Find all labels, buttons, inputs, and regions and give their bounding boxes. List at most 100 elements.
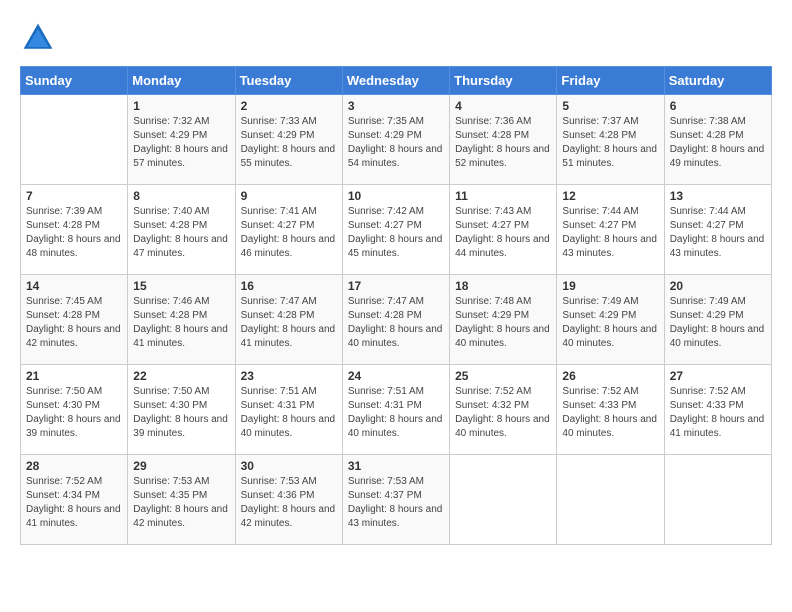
day-info: Sunrise: 7:50 AMSunset: 4:30 PMDaylight:… (26, 385, 122, 441)
calendar-week-2: 7 Sunrise: 7:39 AMSunset: 4:28 PMDayligh… (21, 185, 772, 275)
calendar-cell: 30 Sunrise: 7:53 AMSunset: 4:36 PMDaylig… (235, 455, 342, 545)
day-number: 28 (26, 459, 122, 473)
calendar-week-3: 14 Sunrise: 7:45 AMSunset: 4:28 PMDaylig… (21, 275, 772, 365)
calendar-cell: 13 Sunrise: 7:44 AMSunset: 4:27 PMDaylig… (664, 185, 771, 275)
calendar-week-5: 28 Sunrise: 7:52 AMSunset: 4:34 PMDaylig… (21, 455, 772, 545)
calendar-cell: 20 Sunrise: 7:49 AMSunset: 4:29 PMDaylig… (664, 275, 771, 365)
day-number: 29 (133, 459, 229, 473)
calendar-cell: 9 Sunrise: 7:41 AMSunset: 4:27 PMDayligh… (235, 185, 342, 275)
calendar-cell: 2 Sunrise: 7:33 AMSunset: 4:29 PMDayligh… (235, 95, 342, 185)
calendar-cell: 19 Sunrise: 7:49 AMSunset: 4:29 PMDaylig… (557, 275, 664, 365)
day-number: 22 (133, 369, 229, 383)
day-number: 9 (241, 189, 337, 203)
calendar-cell: 29 Sunrise: 7:53 AMSunset: 4:35 PMDaylig… (128, 455, 235, 545)
calendar-cell (664, 455, 771, 545)
day-number: 23 (241, 369, 337, 383)
calendar-cell: 11 Sunrise: 7:43 AMSunset: 4:27 PMDaylig… (450, 185, 557, 275)
day-number: 14 (26, 279, 122, 293)
day-number: 6 (670, 99, 766, 113)
logo-icon (20, 20, 56, 56)
day-number: 21 (26, 369, 122, 383)
day-info: Sunrise: 7:52 AMSunset: 4:32 PMDaylight:… (455, 385, 551, 441)
day-info: Sunrise: 7:49 AMSunset: 4:29 PMDaylight:… (562, 295, 658, 351)
calendar-cell: 28 Sunrise: 7:52 AMSunset: 4:34 PMDaylig… (21, 455, 128, 545)
header-row: SundayMondayTuesdayWednesdayThursdayFrid… (21, 67, 772, 95)
header-day-thursday: Thursday (450, 67, 557, 95)
header-day-friday: Friday (557, 67, 664, 95)
day-info: Sunrise: 7:44 AMSunset: 4:27 PMDaylight:… (562, 205, 658, 261)
day-info: Sunrise: 7:52 AMSunset: 4:34 PMDaylight:… (26, 475, 122, 531)
day-number: 30 (241, 459, 337, 473)
day-number: 26 (562, 369, 658, 383)
day-info: Sunrise: 7:52 AMSunset: 4:33 PMDaylight:… (670, 385, 766, 441)
day-info: Sunrise: 7:48 AMSunset: 4:29 PMDaylight:… (455, 295, 551, 351)
day-number: 12 (562, 189, 658, 203)
calendar-cell: 14 Sunrise: 7:45 AMSunset: 4:28 PMDaylig… (21, 275, 128, 365)
calendar-week-4: 21 Sunrise: 7:50 AMSunset: 4:30 PMDaylig… (21, 365, 772, 455)
day-info: Sunrise: 7:52 AMSunset: 4:33 PMDaylight:… (562, 385, 658, 441)
day-number: 13 (670, 189, 766, 203)
header-day-tuesday: Tuesday (235, 67, 342, 95)
day-number: 3 (348, 99, 444, 113)
day-info: Sunrise: 7:37 AMSunset: 4:28 PMDaylight:… (562, 115, 658, 171)
calendar-cell: 18 Sunrise: 7:48 AMSunset: 4:29 PMDaylig… (450, 275, 557, 365)
day-number: 5 (562, 99, 658, 113)
calendar-cell: 7 Sunrise: 7:39 AMSunset: 4:28 PMDayligh… (21, 185, 128, 275)
day-number: 24 (348, 369, 444, 383)
header-day-sunday: Sunday (21, 67, 128, 95)
header-day-saturday: Saturday (664, 67, 771, 95)
page-header (20, 20, 772, 56)
calendar-cell: 23 Sunrise: 7:51 AMSunset: 4:31 PMDaylig… (235, 365, 342, 455)
day-info: Sunrise: 7:53 AMSunset: 4:35 PMDaylight:… (133, 475, 229, 531)
day-info: Sunrise: 7:32 AMSunset: 4:29 PMDaylight:… (133, 115, 229, 171)
logo (20, 20, 62, 56)
day-number: 2 (241, 99, 337, 113)
day-info: Sunrise: 7:47 AMSunset: 4:28 PMDaylight:… (241, 295, 337, 351)
calendar-header: SundayMondayTuesdayWednesdayThursdayFrid… (21, 67, 772, 95)
day-info: Sunrise: 7:53 AMSunset: 4:36 PMDaylight:… (241, 475, 337, 531)
calendar-cell: 4 Sunrise: 7:36 AMSunset: 4:28 PMDayligh… (450, 95, 557, 185)
day-info: Sunrise: 7:42 AMSunset: 4:27 PMDaylight:… (348, 205, 444, 261)
day-number: 20 (670, 279, 766, 293)
day-number: 27 (670, 369, 766, 383)
calendar-cell: 21 Sunrise: 7:50 AMSunset: 4:30 PMDaylig… (21, 365, 128, 455)
day-info: Sunrise: 7:47 AMSunset: 4:28 PMDaylight:… (348, 295, 444, 351)
calendar-cell: 8 Sunrise: 7:40 AMSunset: 4:28 PMDayligh… (128, 185, 235, 275)
day-info: Sunrise: 7:44 AMSunset: 4:27 PMDaylight:… (670, 205, 766, 261)
day-number: 18 (455, 279, 551, 293)
calendar-cell: 1 Sunrise: 7:32 AMSunset: 4:29 PMDayligh… (128, 95, 235, 185)
calendar-cell: 16 Sunrise: 7:47 AMSunset: 4:28 PMDaylig… (235, 275, 342, 365)
calendar-cell: 5 Sunrise: 7:37 AMSunset: 4:28 PMDayligh… (557, 95, 664, 185)
calendar-cell: 27 Sunrise: 7:52 AMSunset: 4:33 PMDaylig… (664, 365, 771, 455)
day-info: Sunrise: 7:36 AMSunset: 4:28 PMDaylight:… (455, 115, 551, 171)
day-info: Sunrise: 7:53 AMSunset: 4:37 PMDaylight:… (348, 475, 444, 531)
calendar-week-1: 1 Sunrise: 7:32 AMSunset: 4:29 PMDayligh… (21, 95, 772, 185)
day-info: Sunrise: 7:46 AMSunset: 4:28 PMDaylight:… (133, 295, 229, 351)
calendar-cell: 10 Sunrise: 7:42 AMSunset: 4:27 PMDaylig… (342, 185, 449, 275)
day-info: Sunrise: 7:38 AMSunset: 4:28 PMDaylight:… (670, 115, 766, 171)
calendar-cell: 6 Sunrise: 7:38 AMSunset: 4:28 PMDayligh… (664, 95, 771, 185)
day-info: Sunrise: 7:49 AMSunset: 4:29 PMDaylight:… (670, 295, 766, 351)
calendar-cell (21, 95, 128, 185)
day-info: Sunrise: 7:45 AMSunset: 4:28 PMDaylight:… (26, 295, 122, 351)
day-info: Sunrise: 7:51 AMSunset: 4:31 PMDaylight:… (348, 385, 444, 441)
day-number: 16 (241, 279, 337, 293)
day-info: Sunrise: 7:40 AMSunset: 4:28 PMDaylight:… (133, 205, 229, 261)
calendar-cell: 26 Sunrise: 7:52 AMSunset: 4:33 PMDaylig… (557, 365, 664, 455)
day-number: 7 (26, 189, 122, 203)
calendar-cell: 31 Sunrise: 7:53 AMSunset: 4:37 PMDaylig… (342, 455, 449, 545)
day-number: 1 (133, 99, 229, 113)
day-number: 4 (455, 99, 551, 113)
day-number: 10 (348, 189, 444, 203)
calendar-cell: 22 Sunrise: 7:50 AMSunset: 4:30 PMDaylig… (128, 365, 235, 455)
day-number: 17 (348, 279, 444, 293)
day-info: Sunrise: 7:50 AMSunset: 4:30 PMDaylight:… (133, 385, 229, 441)
calendar-cell: 15 Sunrise: 7:46 AMSunset: 4:28 PMDaylig… (128, 275, 235, 365)
header-day-monday: Monday (128, 67, 235, 95)
calendar-cell: 17 Sunrise: 7:47 AMSunset: 4:28 PMDaylig… (342, 275, 449, 365)
day-info: Sunrise: 7:51 AMSunset: 4:31 PMDaylight:… (241, 385, 337, 441)
calendar-cell: 24 Sunrise: 7:51 AMSunset: 4:31 PMDaylig… (342, 365, 449, 455)
day-info: Sunrise: 7:43 AMSunset: 4:27 PMDaylight:… (455, 205, 551, 261)
day-info: Sunrise: 7:35 AMSunset: 4:29 PMDaylight:… (348, 115, 444, 171)
calendar-cell: 3 Sunrise: 7:35 AMSunset: 4:29 PMDayligh… (342, 95, 449, 185)
